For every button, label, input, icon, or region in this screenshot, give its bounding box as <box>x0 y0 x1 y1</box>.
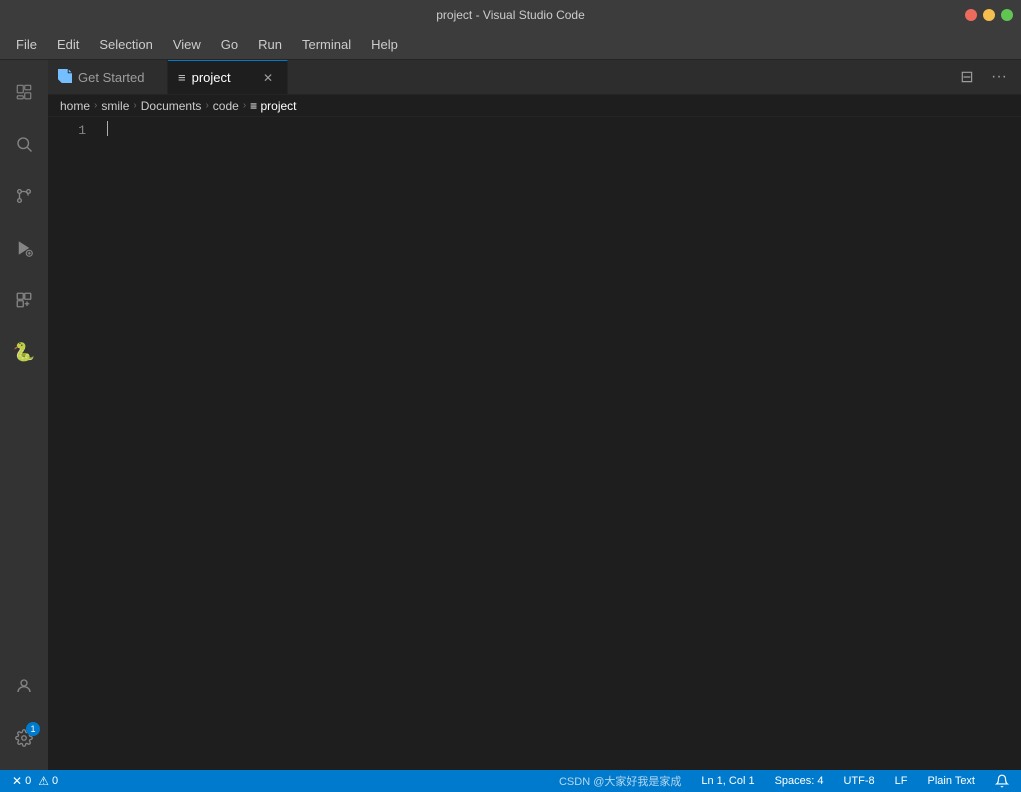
accounts-icon[interactable] <box>0 662 48 710</box>
source-control-icon[interactable] <box>0 172 48 220</box>
tab-close-button[interactable]: ✕ <box>259 69 277 87</box>
python-extension-icon[interactable]: 🐍 <box>0 328 48 376</box>
breadcrumb-smile[interactable]: smile <box>101 99 129 113</box>
split-editor-button[interactable]: ⊟ <box>953 63 981 91</box>
breadcrumb-documents[interactable]: Documents <box>141 99 202 113</box>
status-right: CSDN @大家好我是家成 Ln 1, Col 1 Spaces: 4 UTF-… <box>555 770 1013 792</box>
breadcrumb-sep-2: › <box>133 100 136 111</box>
status-line-ending[interactable]: LF <box>891 770 912 792</box>
menu-help[interactable]: Help <box>363 33 406 56</box>
line-numbers: 1 <box>48 117 98 770</box>
menu-bar: File Edit Selection View Go Run Terminal… <box>0 30 1021 60</box>
tab-project-label: project <box>192 70 231 85</box>
window-title: project - Visual Studio Code <box>436 8 585 22</box>
breadcrumb-sep-3: › <box>205 100 208 111</box>
warning-icon: ⚠ <box>38 774 49 788</box>
code-content[interactable] <box>98 117 1021 770</box>
code-line-1 <box>106 121 1013 136</box>
menu-selection[interactable]: Selection <box>91 33 160 56</box>
activity-bar-bottom: 1 <box>0 662 48 762</box>
maximize-button[interactable] <box>1001 9 1013 21</box>
settings-notification-badge: 1 <box>26 722 40 736</box>
breadcrumb-home[interactable]: home <box>60 99 90 113</box>
status-errors[interactable]: ✕ 0 ⚠ 0 <box>8 770 62 792</box>
warning-count: 0 <box>52 775 58 787</box>
run-debug-icon[interactable] <box>0 224 48 272</box>
more-actions-button[interactable]: ··· <box>985 63 1013 91</box>
settings-icon[interactable]: 1 <box>0 714 48 762</box>
tab-get-started-label: Get Started <box>78 70 144 85</box>
breadcrumb-code[interactable]: code <box>213 99 239 113</box>
vscode-tab-icon <box>58 69 72 86</box>
menu-run[interactable]: Run <box>250 33 290 56</box>
tab-bar: Get Started ≡ project ✕ ⊟ ··· <box>48 60 1021 95</box>
title-bar: project - Visual Studio Code <box>0 0 1021 30</box>
editor-area: Get Started ≡ project ✕ ⊟ ··· home › smi… <box>48 60 1021 770</box>
code-editor[interactable]: 1 <box>48 117 1021 770</box>
explorer-icon[interactable] <box>0 68 48 116</box>
error-icon: ✕ <box>12 774 22 788</box>
breadcrumb-sep-1: › <box>94 100 97 111</box>
project-tab-icon: ≡ <box>178 70 186 85</box>
status-spaces[interactable]: Spaces: 4 <box>771 770 828 792</box>
text-cursor <box>107 121 108 136</box>
status-watermark: CSDN @大家好我是家成 <box>555 770 685 792</box>
breadcrumb-sep-4: › <box>243 100 246 111</box>
status-language[interactable]: Plain Text <box>924 770 980 792</box>
minimize-button[interactable] <box>983 9 995 21</box>
tab-project[interactable]: ≡ project ✕ <box>168 60 288 94</box>
menu-file[interactable]: File <box>8 33 45 56</box>
search-icon[interactable] <box>0 120 48 168</box>
window-controls[interactable] <box>965 0 1013 30</box>
activity-bar: 🐍 1 <box>0 60 48 770</box>
menu-view[interactable]: View <box>165 33 209 56</box>
status-encoding[interactable]: UTF-8 <box>839 770 878 792</box>
menu-terminal[interactable]: Terminal <box>294 33 359 56</box>
line-number-1: 1 <box>48 121 86 140</box>
extensions-icon[interactable] <box>0 276 48 324</box>
menu-edit[interactable]: Edit <box>49 33 87 56</box>
error-count: 0 <box>25 775 31 787</box>
status-position[interactable]: Ln 1, Col 1 <box>697 770 758 792</box>
menu-go[interactable]: Go <box>213 33 246 56</box>
status-notifications[interactable] <box>991 770 1013 792</box>
main-area: 🐍 1 <box>0 60 1021 770</box>
tab-bar-actions: ⊟ ··· <box>945 60 1021 94</box>
status-left: ✕ 0 ⚠ 0 <box>8 770 62 792</box>
status-bar: ✕ 0 ⚠ 0 CSDN @大家好我是家成 Ln 1, Col 1 Spaces… <box>0 770 1021 792</box>
breadcrumb: home › smile › Documents › code › ≡ proj… <box>48 95 1021 117</box>
close-button[interactable] <box>965 9 977 21</box>
tab-get-started[interactable]: Get Started <box>48 60 168 94</box>
breadcrumb-project[interactable]: ≡ project <box>250 99 296 113</box>
